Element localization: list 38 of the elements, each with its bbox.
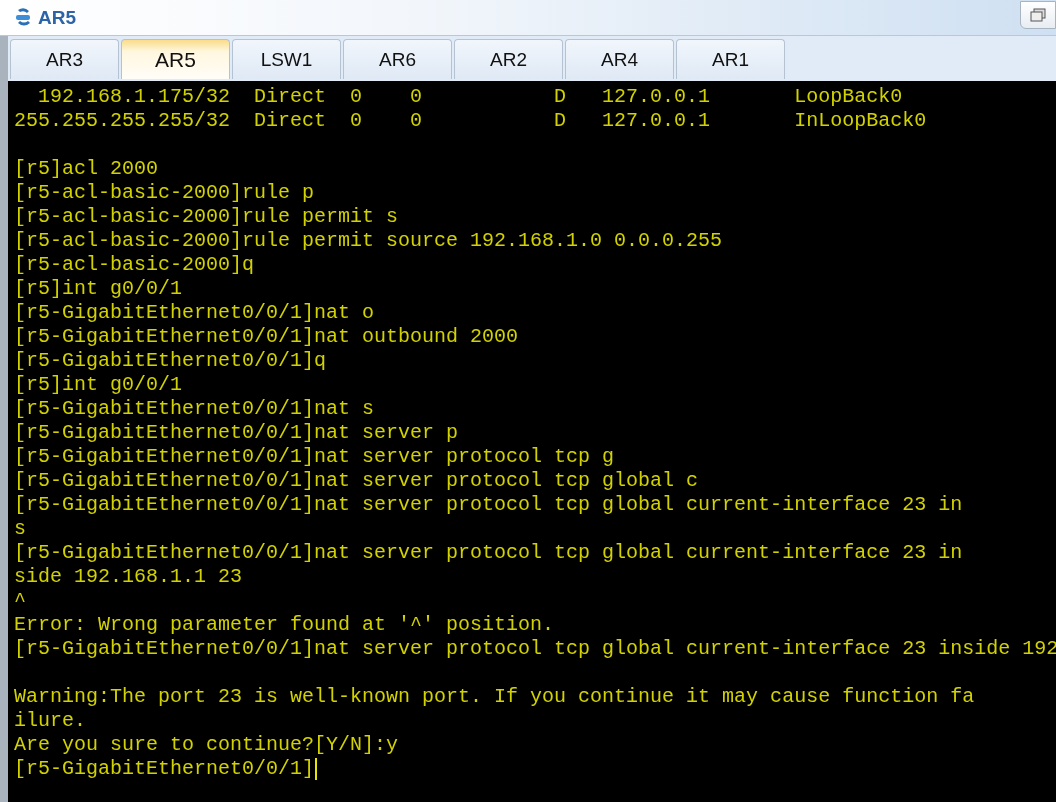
console-line: [r5-GigabitEthernet0/0/1]nat outbound 2000 xyxy=(14,325,519,349)
console-line: [r5-GigabitEthernet0/0/1]q xyxy=(14,349,327,373)
console-line: Error: Wrong parameter found at '^' position. xyxy=(14,613,555,637)
console-line: [r5-GigabitEthernet0/0/1]nat server protocol tcp global current-interface 23 in xyxy=(14,541,963,565)
console-line: [r5-acl-basic-2000]rule permit source 192.168.1.0 0.0.0.255 xyxy=(14,229,723,253)
console-line: [r5-GigabitEthernet0/0/1]nat s xyxy=(14,397,375,421)
restore-button[interactable] xyxy=(1020,0,1056,29)
console-line: 255.255.255.255/32 Direct 0 0 D 127.0.0.1 InLoopBack0 xyxy=(14,109,927,133)
window-title: AR5 xyxy=(38,6,76,29)
console-line: ^ xyxy=(14,589,26,613)
console-line: Warning:The port 23 is well-known port. If you continue it may cause function fa xyxy=(14,685,975,709)
console-line: [r5-GigabitEthernet0/0/1]nat server protocol tcp g xyxy=(14,445,615,469)
restore-icon xyxy=(1030,7,1046,22)
console-line: Are you sure to continue?[Y/N]:y xyxy=(14,733,399,757)
console-line: [r5-acl-basic-2000]q xyxy=(14,253,255,277)
console-line: s xyxy=(14,517,26,541)
device-tab[interactable]: AR3 xyxy=(10,39,119,79)
console-line: [r5-acl-basic-2000]rule permit s xyxy=(14,205,399,229)
device-tab[interactable]: AR1 xyxy=(676,39,785,79)
console-line: [r5]int g0/0/1 xyxy=(14,277,183,301)
console-line: ilure. xyxy=(14,709,86,733)
console-line: 192.168.1.175/32 Direct 0 0 D 127.0.0.1 LoopBack0 xyxy=(37,85,903,109)
console-line: [r5]int g0/0/1 xyxy=(14,373,183,397)
console-line: [r5-GigabitEthernet0/0/1] xyxy=(14,757,315,781)
device-tab[interactable]: AR6 xyxy=(343,39,452,79)
console-line: [r5-GigabitEthernet0/0/1]nat server protocol tcp global c xyxy=(14,469,699,493)
console-line: [r5-GigabitEthernet0/0/1]nat server protocol tcp global current-interface 23 in xyxy=(14,493,963,517)
console-line: [r5-GigabitEthernet0/0/1]nat o xyxy=(14,301,375,325)
device-tab[interactable]: AR2 xyxy=(454,39,563,79)
console-line: [r5-acl-basic-2000]rule p xyxy=(14,181,315,205)
console-line: [r5-GigabitEthernet0/0/1]nat server p xyxy=(14,421,459,445)
console-line: [r5-GigabitEthernet0/0/1]nat server protocol tcp global current-interface 23 inside 192 xyxy=(14,637,1056,661)
terminal-console[interactable] xyxy=(8,81,1056,802)
device-tab[interactable]: AR4 xyxy=(565,39,674,79)
device-tab[interactable]: LSW1 xyxy=(232,39,341,79)
console-line: side 192.168.1.1 23 xyxy=(14,565,243,589)
console-line: [r5]acl 2000 xyxy=(14,157,159,181)
device-tab[interactable]: AR5 xyxy=(121,39,230,79)
